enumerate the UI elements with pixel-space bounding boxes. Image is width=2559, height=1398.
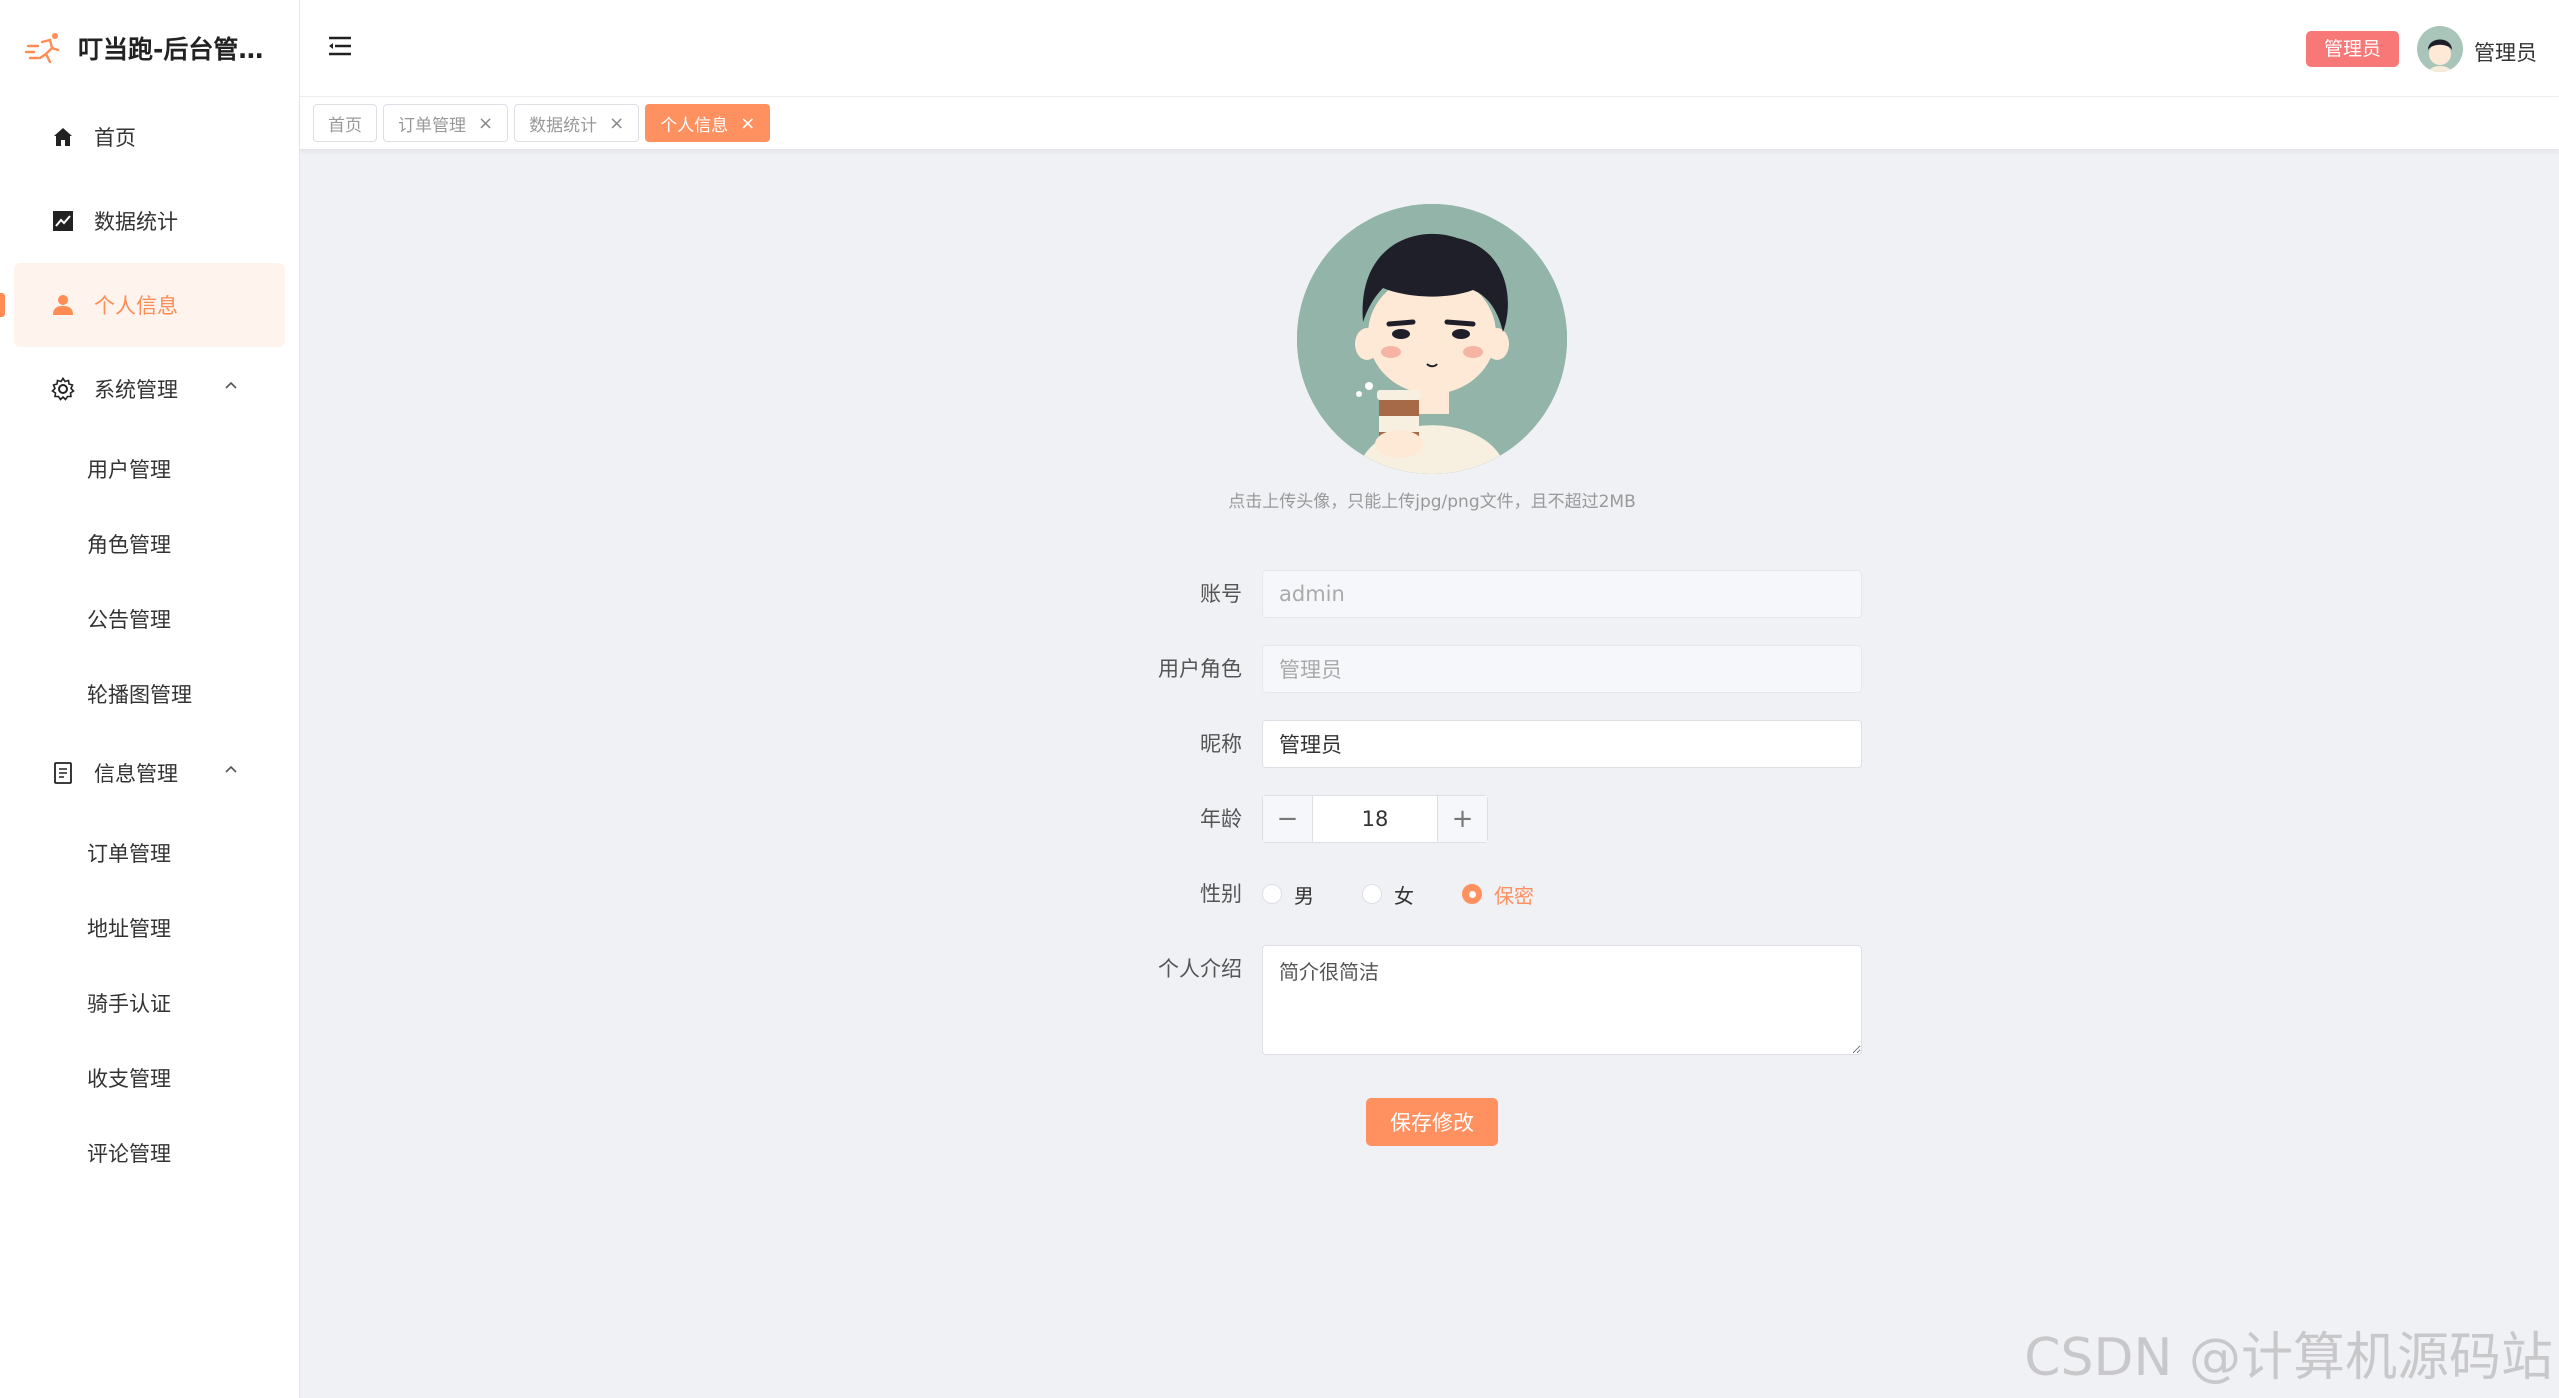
age-label: 年龄 bbox=[1200, 807, 1242, 831]
main-content: 点击上传头像，只能上传jpg/png文件，且不超过2MB 账号 用户角色 昵称 … bbox=[300, 150, 2559, 1398]
account-label: 账号 bbox=[1200, 582, 1242, 606]
sidebar-item-label: 数据统计 bbox=[94, 210, 178, 234]
sidebar-item-info[interactable]: 信息管理 bbox=[0, 731, 299, 815]
role-label: 用户角色 bbox=[1158, 657, 1242, 681]
form-row-nickname: 昵称 bbox=[1000, 720, 1864, 768]
form-row-role: 用户角色 bbox=[1000, 645, 1864, 693]
tab-label: 首页 bbox=[328, 115, 362, 136]
avatar-upload[interactable] bbox=[1297, 204, 1567, 474]
sidebar-item-system[interactable]: 系统管理 bbox=[0, 347, 299, 431]
watermark: CSDN @计算机源码站 bbox=[2024, 1328, 2553, 1388]
sidebar-item-label: 信息管理 bbox=[94, 762, 178, 786]
form-row-gender: 性别 男 女 保密 bbox=[1000, 870, 1864, 918]
gender-radio-group: 男 女 保密 bbox=[1262, 870, 1582, 918]
sidebar-subitem-users[interactable]: 用户管理 bbox=[0, 431, 299, 506]
age-value[interactable]: 18 bbox=[1313, 796, 1437, 842]
username[interactable]: 管理员 bbox=[2474, 37, 2537, 67]
tab-label: 个人信息 bbox=[660, 115, 729, 136]
sidebar-subitem-carousel[interactable]: 轮播图管理 bbox=[0, 656, 299, 731]
gender-radio-female[interactable]: 女 bbox=[1362, 880, 1414, 909]
user-icon bbox=[50, 292, 76, 318]
intro-label: 个人介绍 bbox=[1158, 957, 1242, 981]
home-icon bbox=[50, 124, 76, 150]
intro-textarea[interactable]: 简介很简洁 bbox=[1262, 945, 1862, 1055]
sidebar-item-home[interactable]: 首页 bbox=[0, 95, 299, 179]
radio-label: 保密 bbox=[1494, 883, 1534, 908]
tab-orders[interactable]: 订单管理 × bbox=[383, 104, 509, 142]
tab-label: 数据统计 bbox=[529, 115, 598, 136]
decrement-button[interactable]: − bbox=[1263, 796, 1313, 842]
gender-radio-male[interactable]: 男 bbox=[1262, 880, 1314, 909]
sidebar-subitem-finance[interactable]: 收支管理 bbox=[0, 1040, 299, 1115]
form-row-account: 账号 bbox=[1000, 570, 1864, 618]
sidebar: 叮当跑-后台管… 首页 数据统计 个人信息 系统管理 用户管理 角色管理 公告管… bbox=[0, 0, 300, 1398]
form-row-intro: 个人介绍 简介很简洁 bbox=[1000, 945, 1864, 1055]
sidebar-item-label: 个人信息 bbox=[94, 294, 178, 318]
chevron-up-icon bbox=[225, 765, 237, 773]
chevron-up-icon bbox=[225, 381, 237, 389]
document-icon bbox=[50, 760, 76, 786]
close-icon[interactable]: × bbox=[740, 113, 755, 134]
top-header: 管理员 管理员 bbox=[300, 0, 2559, 97]
age-stepper: − 18 + bbox=[1262, 795, 1488, 843]
user-avatar[interactable] bbox=[2417, 26, 2463, 72]
radio-label: 男 bbox=[1294, 883, 1314, 908]
upload-tip: 点击上传头像，只能上传jpg/png文件，且不超过2MB bbox=[1228, 492, 1636, 512]
sidebar-subitem-comments[interactable]: 评论管理 bbox=[0, 1115, 299, 1190]
tabs-bar: 首页 订单管理 × 数据统计 × 个人信息 × bbox=[300, 97, 2559, 150]
nickname-field[interactable] bbox=[1262, 720, 1862, 768]
sidebar-item-statistics[interactable]: 数据统计 bbox=[0, 179, 299, 263]
form-row-age: 年龄 − 18 + bbox=[1000, 795, 1864, 843]
radio-circle bbox=[1362, 884, 1382, 904]
sidebar-menu: 首页 数据统计 个人信息 系统管理 用户管理 角色管理 公告管理 轮播图管理 信… bbox=[0, 95, 299, 1190]
sidebar-subitem-notices[interactable]: 公告管理 bbox=[0, 581, 299, 656]
increment-button[interactable]: + bbox=[1437, 796, 1487, 842]
collapse-menu-icon[interactable] bbox=[327, 33, 353, 59]
sidebar-subitem-roles[interactable]: 角色管理 bbox=[0, 506, 299, 581]
tab-label: 订单管理 bbox=[398, 115, 466, 136]
brand[interactable]: 叮当跑-后台管… bbox=[0, 0, 299, 95]
tab-home[interactable]: 首页 bbox=[313, 104, 377, 142]
account-field[interactable] bbox=[1262, 570, 1862, 618]
sidebar-item-profile[interactable]: 个人信息 bbox=[0, 263, 285, 347]
running-logo-icon bbox=[24, 32, 60, 63]
sidebar-subitem-addresses[interactable]: 地址管理 bbox=[0, 890, 299, 965]
gender-radio-secret[interactable]: 保密 bbox=[1462, 880, 1534, 909]
save-button[interactable]: 保存修改 bbox=[1366, 1098, 1498, 1146]
radio-label: 女 bbox=[1394, 883, 1414, 908]
close-icon[interactable]: × bbox=[478, 113, 493, 134]
sidebar-item-label: 系统管理 bbox=[94, 378, 178, 402]
sidebar-subitem-orders[interactable]: 订单管理 bbox=[0, 815, 299, 890]
tab-statistics[interactable]: 数据统计 × bbox=[514, 104, 640, 142]
tab-profile[interactable]: 个人信息 × bbox=[645, 104, 771, 142]
close-icon[interactable]: × bbox=[609, 113, 624, 134]
gender-label: 性别 bbox=[1200, 882, 1242, 906]
sidebar-item-label: 首页 bbox=[94, 126, 136, 150]
chart-icon bbox=[50, 208, 76, 234]
app-title: 叮当跑-后台管… bbox=[78, 34, 264, 64]
radio-circle bbox=[1462, 884, 1482, 904]
role-field[interactable] bbox=[1262, 645, 1862, 693]
sidebar-subitem-rider-auth[interactable]: 骑手认证 bbox=[0, 965, 299, 1040]
cartoon-avatar-image bbox=[1297, 204, 1567, 474]
gear-icon bbox=[50, 376, 76, 402]
radio-circle bbox=[1262, 884, 1282, 904]
nickname-label: 昵称 bbox=[1200, 732, 1242, 756]
role-badge: 管理员 bbox=[2305, 31, 2399, 67]
